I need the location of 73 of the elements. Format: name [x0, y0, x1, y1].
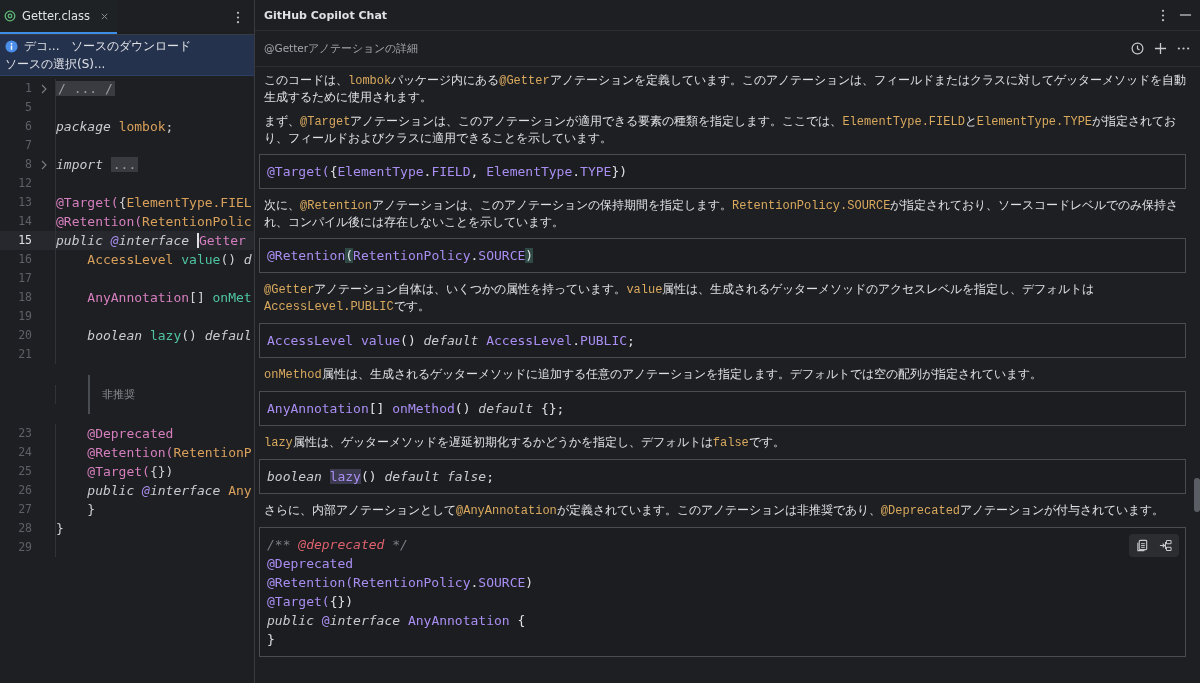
code-line: AccessLevel value() d	[86, 251, 252, 269]
code-line: package lombok;	[56, 118, 174, 136]
notice-link[interactable]: ソースの選択(S)...	[5, 56, 106, 72]
line-number: 17	[17, 270, 32, 287]
code-line: }	[267, 631, 275, 649]
copy-icon[interactable]	[1136, 539, 1149, 552]
line-number: 24	[17, 444, 32, 461]
code-line: boolean lazy() defaul	[86, 327, 252, 345]
plus-icon[interactable]	[1154, 42, 1167, 55]
line-number: 18	[17, 289, 32, 306]
line-number: 29	[17, 539, 32, 556]
code-line: }	[86, 501, 96, 519]
code-line: @Deprecated	[86, 425, 174, 443]
code-line: AnyAnnotation[] onMethod() default {};	[267, 400, 565, 418]
doc-comment: 非推奨	[88, 374, 135, 414]
line-number: 27	[17, 501, 32, 518]
more-icon[interactable]	[236, 10, 240, 24]
code-line: boolean lazy() default false;	[267, 468, 494, 486]
line-number: 23	[17, 425, 32, 442]
insert-icon[interactable]	[1159, 539, 1172, 552]
notice-link[interactable]: ソースのダウンロード	[71, 38, 192, 54]
code-line: import ...	[56, 156, 139, 174]
fold-chevron-icon[interactable]	[40, 159, 47, 170]
code-line: @Target({ElementType.FIELD, ElementType.TYPE})	[267, 163, 628, 181]
scrollbar-thumb[interactable]	[1194, 478, 1200, 512]
line-number: 26	[17, 482, 32, 499]
code-line: public @interface AnyAnnotation {	[267, 612, 526, 630]
line-number: 12	[17, 175, 32, 192]
panel-title: GitHub Copilot Chat	[264, 8, 389, 22]
code-line: @Retention(RetentionPolicy.SOURCE)	[267, 247, 534, 265]
chat-topic: @Getterアノテーションの詳細	[264, 41, 420, 56]
line-number: 5	[24, 99, 32, 116]
chat-paragraph: lazy属性は、ゲッターメソッドを遅延初期化するかどうかを指定し、デフォルトはfalseです。	[263, 434, 786, 451]
line-number: 20	[17, 327, 32, 344]
line-number: 7	[24, 137, 32, 154]
code-line: /** @deprecated */	[267, 536, 408, 554]
fold-chevron-icon[interactable]	[40, 83, 47, 94]
code-line: @Retention(RetentionP	[86, 444, 252, 462]
line-number: 8	[24, 156, 32, 173]
line-number: 28	[17, 520, 32, 537]
chat-paragraph: 次に、@Retentionアノテーションは、このアノテーションの保持期間を指定します。RetentionPolicy.SOURCEが指定されており、ソースコードレベルでのみ保持され、コンパイル後には存在しないことを示しています。	[263, 197, 1180, 230]
line-number: 14	[17, 213, 32, 230]
line-number: 1	[24, 80, 32, 97]
code-line: @Target({ElementType.FIEL	[56, 194, 252, 212]
code-line: public @interface Any	[86, 482, 252, 500]
line-number: 13	[17, 194, 32, 211]
code-line: @Target({})	[267, 593, 354, 611]
code-line: @Retention(RetentionPolic	[56, 213, 252, 231]
line-number: 19	[17, 308, 32, 325]
line-number: 6	[24, 118, 32, 135]
code-line: }	[56, 520, 64, 538]
minimize-icon[interactable]	[1179, 13, 1192, 17]
chat-paragraph: onMethod属性は、生成されるゲッターメソッドに追加する任意のアノテーションを指定します。デフォルトでは空の配列が指定されています。	[263, 366, 1043, 383]
chat-paragraph: @Getterアノテーション自体は、いくつかの属性を持っています。value属性は、生成されるゲッターメソッドのアクセスレベルを指定し、デフォルトは AccessLevel.PUBLICです。	[263, 281, 1096, 315]
chat-paragraph: このコードは、lombokパッケージ内にある@Getterアノテーションを定義しています。このアノテーションは、フィールドまたはクラスに対してゲッターメソッドを自動生成するために使用されます。	[263, 72, 1186, 105]
notice-link[interactable]: デコ...	[24, 38, 60, 54]
line-number: 16	[17, 251, 32, 268]
chat-paragraph: さらに、内部アノテーションとして@AnyAnnotationが定義されています。このアノテーションは非推奨であり、@Deprecatedアノテーションが付与されています。	[263, 502, 1166, 519]
chat-paragraph: まず、@Targetアノテーションは、このアノテーションが適用できる要素の種類を指定します。ここでは、ElementType.FIELDとElementType.TYPEが指定されており、フィールドおよびクラスに適用できることを示しています。	[263, 113, 1178, 146]
line-number: 21	[17, 346, 32, 363]
code-line: @Retention(RetentionPolicy.SOURCE)	[267, 574, 534, 592]
code-line: AnyAnnotation[] onMet	[86, 289, 252, 307]
history-icon[interactable]	[1131, 42, 1144, 55]
annotation-icon	[4, 10, 16, 22]
info-icon	[5, 39, 18, 53]
code-line: @Target({})	[86, 463, 174, 481]
code-line: public @interface Getter	[56, 232, 246, 250]
code-line: @Deprecated	[267, 555, 354, 573]
close-icon[interactable]	[99, 11, 109, 21]
line-number: 25	[17, 463, 32, 480]
more-icon[interactable]	[1161, 8, 1165, 22]
line-number: 15	[17, 232, 32, 249]
code-line: AccessLevel value() default AccessLevel.PUBLIC;	[267, 332, 635, 350]
